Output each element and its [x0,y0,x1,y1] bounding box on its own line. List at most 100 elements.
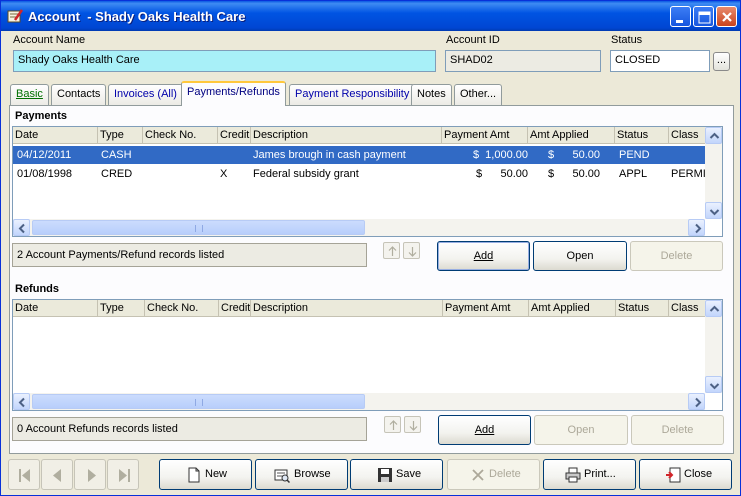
delete-button[interactable]: Delete [447,459,540,490]
refunds-add-button[interactable]: Add [438,415,531,445]
cell-amt-applied: $ 50.00 [548,149,600,161]
arrow-up-icon [389,420,398,430]
scroll-right-button[interactable] [688,219,705,236]
tab-basic[interactable]: Basic [10,84,49,105]
column-header-class[interactable]: Class [669,300,705,317]
column-header-status[interactable]: Status [616,300,669,317]
scroll-up-button[interactable] [705,300,722,317]
next-record-icon [88,469,96,482]
button-label: Browse [294,468,331,480]
tab-contacts[interactable]: Contacts [51,84,107,105]
maximize-button[interactable] [693,6,714,27]
column-header-date[interactable]: Date [13,300,98,317]
cell-amt-applied: $ 50.00 [548,168,600,180]
status-field[interactable]: CLOSED [610,50,710,72]
cell-payment-amt: $ 1,000.00 [472,149,528,161]
refunds-open-button[interactable]: Open [534,415,628,445]
table-row[interactable]: 01/08/1998 CRED X Federal subsidy grant … [13,165,705,183]
column-header-date[interactable]: Date [13,127,98,144]
column-header-amt-applied[interactable]: Amt Applied [529,300,616,317]
cell-type: CRED [101,168,133,180]
window-title: Account - Shady Oaks Health Care [28,9,246,24]
button-label: Open [567,424,595,436]
tab-payment-responsibility[interactable]: Payment Responsibility [289,84,416,105]
title-bar[interactable]: Account - Shady Oaks Health Care [1,1,740,31]
refunds-vertical-scrollbar[interactable] [705,300,722,393]
button-label: Close [684,468,713,480]
payments-vertical-scrollbar[interactable] [705,127,722,219]
column-header-payment-amt[interactable]: Payment Amt [443,300,529,317]
payments-delete-button[interactable]: Delete [630,241,723,271]
tab-other[interactable]: Other... [454,84,503,105]
first-record-button[interactable] [8,459,40,490]
scroll-thumb[interactable] [32,394,365,409]
last-record-icon [119,469,130,482]
close-button[interactable]: Close [639,459,732,490]
column-header-status[interactable]: Status [615,127,669,144]
chevron-left-icon [18,397,25,408]
browse-button[interactable]: Browse [255,459,348,490]
tab-label: Other... [460,88,497,100]
column-header-amt-applied[interactable]: Amt Applied [528,127,615,144]
column-header-credit[interactable]: Credit [218,127,251,144]
scroll-thumb[interactable] [32,220,365,235]
status-lookup-button[interactable]: ... [713,52,730,71]
payments-grid[interactable]: Date Type Check No. Credit Description P… [12,126,723,237]
column-header-type[interactable]: Type [98,127,143,144]
save-button[interactable]: Save [350,459,443,490]
move-up-button[interactable] [383,242,400,259]
button-label: Delete [489,468,521,480]
button-label: Print... [584,468,616,480]
refunds-grid[interactable]: Date Type Check No. Credit Description P… [12,299,723,411]
scroll-left-button[interactable] [13,393,30,410]
minimize-button[interactable] [670,6,691,27]
payments-grid-header: Date Type Check No. Credit Description P… [13,127,705,144]
account-id-label: Account ID [446,34,500,46]
payments-horizontal-scrollbar[interactable] [13,219,705,236]
move-down-button[interactable] [403,242,420,259]
column-header-payment-amt[interactable]: Payment Amt [442,127,528,144]
column-header-class[interactable]: Class [669,127,705,144]
column-header-description[interactable]: Description [251,127,442,144]
column-header-credit[interactable]: Credit [219,300,251,317]
print-button[interactable]: Print... [543,459,636,490]
chevron-left-icon [18,223,25,234]
next-record-button[interactable] [74,459,106,490]
refunds-section-title: Refunds [15,283,59,295]
tab-payments-refunds[interactable]: Payments/Refunds [181,81,286,106]
table-row[interactable]: 04/12/2011 CASH James brough in cash pay… [13,146,705,164]
move-down-button[interactable] [404,416,421,433]
browse-icon [274,469,290,483]
scroll-down-button[interactable] [705,202,722,219]
column-header-check-no[interactable]: Check No. [145,300,219,317]
column-header-type[interactable]: Type [98,300,145,317]
payments-add-button[interactable]: Add [437,241,530,271]
close-icon [722,12,732,22]
scroll-down-button[interactable] [705,376,722,393]
account-name-field[interactable]: Shady Oaks Health Care [13,50,436,72]
status-label: Status [611,34,643,46]
scroll-up-button[interactable] [705,127,722,144]
grip-icon [195,225,203,232]
cell-check-no [146,146,216,164]
chevron-up-icon [709,305,720,312]
column-header-check-no[interactable]: Check No. [143,127,218,144]
tab-invoices-all[interactable]: Invoices (All) [108,84,183,105]
new-button[interactable]: New [159,459,252,490]
column-header-description[interactable]: Description [251,300,443,317]
refunds-horizontal-scrollbar[interactable] [13,393,705,410]
tab-notes[interactable]: Notes [411,84,452,105]
move-up-button[interactable] [384,416,401,433]
scroll-left-button[interactable] [13,219,30,236]
previous-record-button[interactable] [41,459,73,490]
account-window: Account - Shady Oaks Health Care Account… [0,0,741,496]
payments-open-button[interactable]: Open [533,241,627,271]
tab-label: Payments/Refunds [187,86,280,98]
refunds-delete-button[interactable]: Delete [631,415,724,445]
chevron-right-icon [695,397,702,408]
scroll-right-button[interactable] [688,393,705,410]
button-label: New [205,468,228,480]
button-label: Delete [660,250,693,262]
close-window-button[interactable] [716,6,737,27]
last-record-button[interactable] [107,459,139,490]
